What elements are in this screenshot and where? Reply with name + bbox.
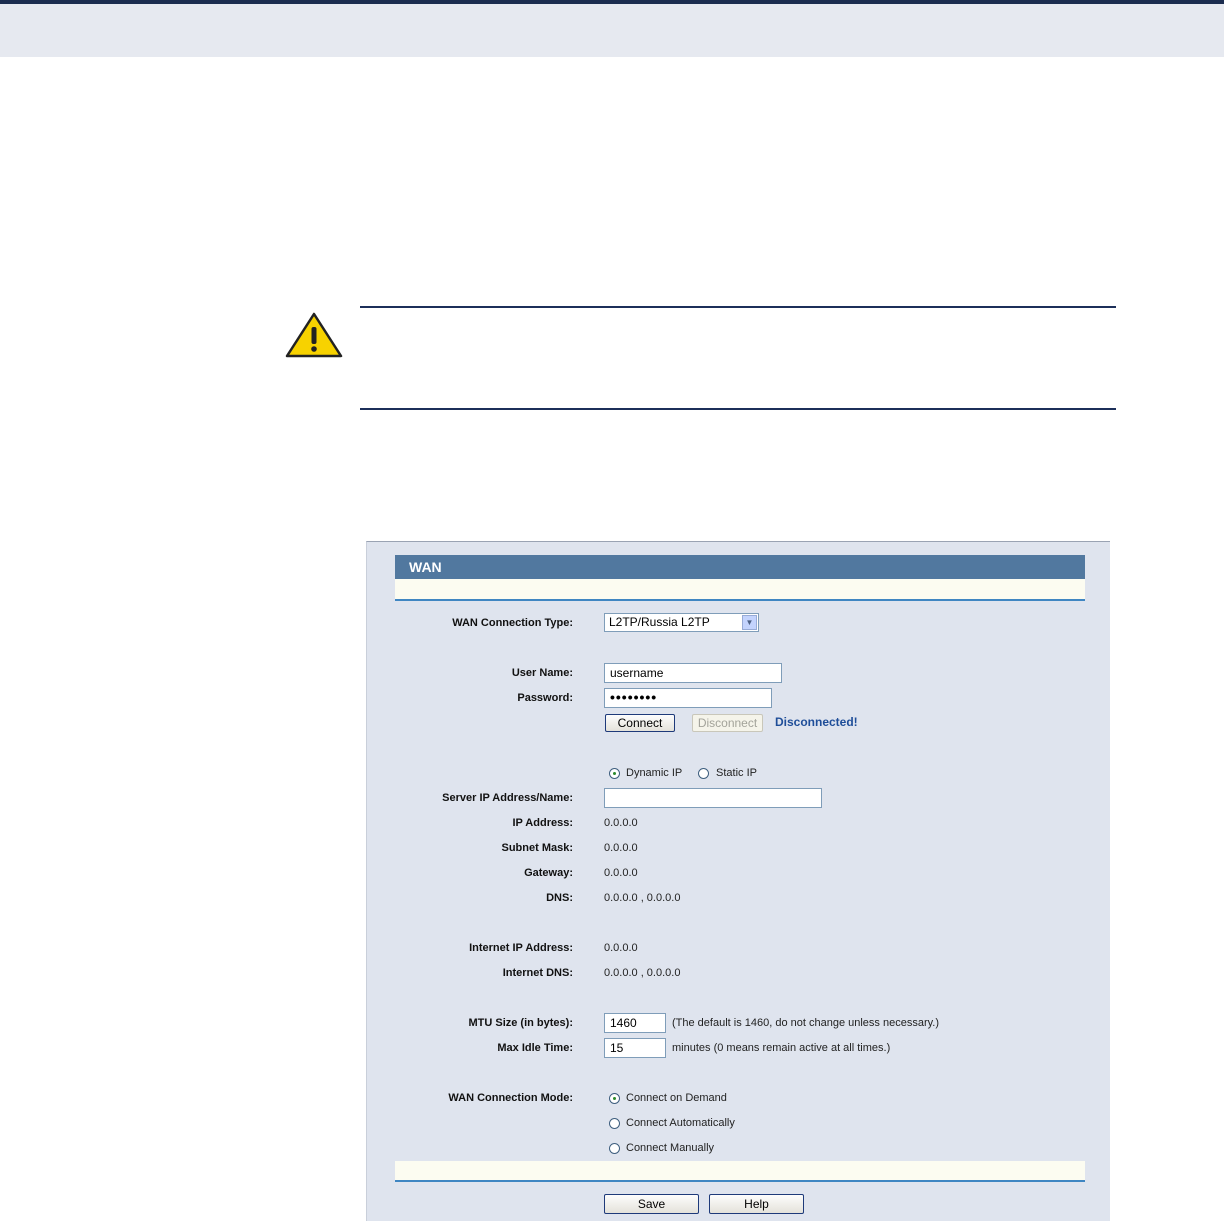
dns-value: 0.0.0.0 , 0.0.0.0 (604, 892, 681, 904)
connect-automatically-label: Connect Automatically (626, 1117, 735, 1129)
header-spacer (395, 579, 1085, 599)
dynamic-ip-label: Dynamic IP (626, 767, 683, 779)
user-name-input[interactable]: username (604, 663, 782, 683)
connection-mode-label: WAN Connection Mode: (448, 1092, 573, 1104)
subnet-mask-value: 0.0.0.0 (604, 842, 638, 854)
server-address-label: Server IP Address/Name: (442, 792, 573, 804)
connect-manually-radio[interactable] (609, 1143, 620, 1154)
ip-address-label: IP Address: (512, 817, 573, 829)
internet-dns-value: 0.0.0.0 , 0.0.0.0 (604, 967, 681, 979)
wan-settings-panel: WAN WAN Connection Type: L2TP/Russia L2T… (366, 541, 1110, 1221)
user-name-label: User Name: (511, 667, 573, 679)
dns-label: DNS: (546, 892, 573, 904)
connection-type-select[interactable]: L2TP/Russia L2TP ▼ (604, 613, 759, 632)
warning-icon (285, 312, 343, 358)
connect-button[interactable]: Connect (605, 714, 675, 732)
mtu-input[interactable]: 1460 (604, 1013, 666, 1033)
footer-divider (395, 1180, 1085, 1182)
connection-type-label: WAN Connection Type: (452, 617, 573, 629)
dynamic-ip-radio[interactable] (609, 768, 620, 779)
chevron-down-icon[interactable]: ▼ (742, 615, 757, 630)
internet-ip-label: Internet IP Address: (469, 942, 573, 954)
caution-top-rule (360, 306, 1116, 308)
internet-dns-label: Internet DNS: (502, 967, 573, 979)
caution-bottom-rule (360, 408, 1116, 410)
password-input[interactable]: •••••••• (604, 688, 772, 708)
panel-title: WAN (395, 555, 1085, 579)
connect-on-demand-radio[interactable] (609, 1093, 620, 1104)
save-button[interactable]: Save (604, 1194, 699, 1214)
header-divider (395, 599, 1085, 601)
max-idle-input[interactable]: 15 (604, 1038, 666, 1058)
ip-address-value: 0.0.0.0 (604, 817, 638, 829)
internet-ip-value: 0.0.0.0 (604, 942, 638, 954)
server-address-input[interactable] (604, 788, 822, 808)
max-idle-label: Max Idle Time: (497, 1042, 573, 1054)
gateway-label: Gateway: (524, 867, 573, 879)
connection-status: Disconnected! (775, 715, 858, 729)
mtu-hint: (The default is 1460, do not change unle… (672, 1017, 940, 1029)
gateway-value: 0.0.0.0 (604, 867, 638, 879)
footer-spacer (395, 1161, 1085, 1180)
password-label: Password: (517, 692, 573, 704)
disconnect-button[interactable]: Disconnect (692, 714, 763, 732)
connection-type-value: L2TP/Russia L2TP (609, 615, 710, 629)
help-button[interactable]: Help (709, 1194, 804, 1214)
static-ip-label: Static IP (716, 767, 757, 779)
mtu-label: MTU Size (in bytes): (468, 1017, 573, 1029)
connect-manually-label: Connect Manually (626, 1142, 715, 1154)
top-banner (0, 0, 1224, 57)
max-idle-hint: minutes (0 means remain active at all ti… (672, 1042, 891, 1054)
static-ip-radio[interactable] (698, 768, 709, 779)
subnet-mask-label: Subnet Mask: (501, 842, 573, 854)
connect-automatically-radio[interactable] (609, 1118, 620, 1129)
connect-on-demand-label: Connect on Demand (626, 1092, 727, 1104)
